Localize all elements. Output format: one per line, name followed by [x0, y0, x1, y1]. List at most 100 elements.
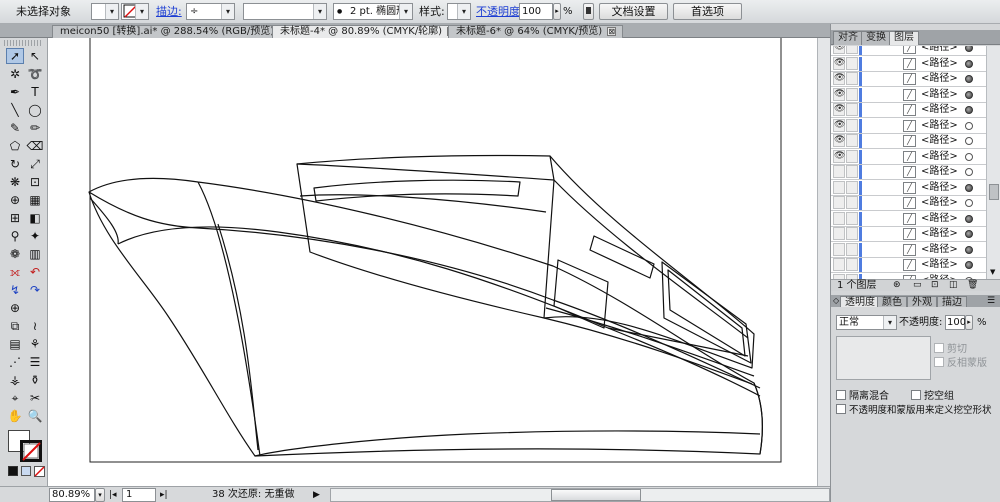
lock-toggle[interactable]: [846, 242, 858, 256]
close-icon[interactable]: ⊠: [607, 27, 617, 36]
target-circle-icon[interactable]: [965, 183, 973, 192]
canvas-horizontal-scrollbar[interactable]: [330, 488, 830, 502]
invert-mask-option[interactable]: 反相蒙版: [934, 357, 987, 371]
fill-color-dropdown[interactable]: ▾: [91, 3, 119, 20]
eye-icon[interactable]: 👁: [833, 103, 845, 116]
slice-tool-icon[interactable]: ≀: [26, 318, 44, 334]
zoom-tool-icon[interactable]: 🔍: [26, 408, 44, 424]
lock-toggle[interactable]: [846, 211, 858, 225]
layer-name[interactable]: <路径>: [921, 88, 958, 102]
scrollbar-thumb[interactable]: [551, 489, 641, 501]
layer-name[interactable]: <路径>: [921, 46, 958, 55]
panel-opacity-arrow[interactable]: ▸: [965, 315, 973, 330]
eye-icon[interactable]: 👁: [833, 56, 845, 70]
isolate-blending-option[interactable]: 隔离混合: [836, 390, 889, 404]
layer-name[interactable]: <路径>: [921, 212, 958, 226]
lock-toggle[interactable]: [846, 87, 858, 101]
layer-name[interactable]: <路径>: [921, 181, 958, 195]
lock-toggle[interactable]: [846, 180, 858, 194]
scale-tool-icon[interactable]: ⤢: [26, 156, 44, 172]
layer-row[interactable]: 👁 ╱ <路径>: [831, 87, 986, 103]
target-circle-icon[interactable]: [965, 75, 973, 83]
eye-icon[interactable]: 👁: [833, 134, 845, 147]
target-circle-icon[interactable]: [965, 59, 973, 68]
clip-option[interactable]: 剪切: [934, 343, 967, 357]
eye-icon[interactable]: 👁: [833, 87, 845, 101]
target-circle-icon[interactable]: [965, 230, 973, 238]
layers-scrollbar[interactable]: ▼: [986, 46, 1000, 279]
list-tool-icon[interactable]: ☰: [26, 354, 44, 370]
lock-toggle[interactable]: [846, 118, 858, 132]
trash-icon[interactable]: 🗑: [967, 280, 978, 291]
eye-icon[interactable]: 👁: [833, 72, 845, 85]
free-transform-tool-icon[interactable]: ⊡: [26, 174, 44, 190]
artboard-canvas[interactable]: [48, 38, 817, 486]
lock-toggle[interactable]: [846, 149, 858, 163]
clip-checkbox[interactable]: [934, 343, 944, 353]
canvas-vertical-scrollbar[interactable]: [817, 38, 830, 486]
pen-tool-icon[interactable]: ✒: [6, 84, 24, 100]
panel-collapse-icon[interactable]: ◇: [833, 296, 839, 305]
variable-width-dropdown[interactable]: ▾: [243, 3, 327, 20]
layer-name[interactable]: <路径>: [921, 119, 958, 133]
none-mode-icon[interactable]: [34, 466, 45, 477]
layer-row[interactable]: ╱ <路径>: [831, 257, 986, 273]
layer-name[interactable]: <路径>: [921, 103, 958, 117]
target-circle-icon[interactable]: [965, 245, 973, 254]
blend-tool-icon[interactable]: ✦: [26, 228, 44, 244]
join-tool-icon[interactable]: ↷: [26, 282, 44, 298]
chevron-down-icon[interactable]: ▼: [990, 268, 995, 276]
target-circle-icon[interactable]: [965, 168, 973, 176]
tab-transform[interactable]: 变换: [861, 31, 891, 45]
lock-toggle[interactable]: [846, 103, 858, 116]
target-circle-icon[interactable]: [965, 121, 973, 130]
eye-icon[interactable]: 👁: [833, 149, 845, 163]
opacity-flyout-arrow[interactable]: ▸: [553, 3, 561, 20]
gradient-tool-icon[interactable]: ◧: [26, 210, 44, 226]
zigzag-tool-icon[interactable]: ⋰: [6, 354, 24, 370]
pencil-tool-icon[interactable]: ✏: [26, 120, 44, 136]
locate-object-icon[interactable]: ⊛: [893, 280, 901, 291]
recolor-artwork-button[interactable]: [583, 3, 594, 20]
ellipse-tool-icon[interactable]: ◯: [26, 102, 44, 118]
layer-row[interactable]: ╱ <路径>: [831, 211, 986, 227]
visibility-toggle[interactable]: [833, 211, 845, 225]
layer-name[interactable]: <路径>: [921, 243, 958, 257]
visibility-toggle[interactable]: [833, 227, 845, 240]
layer-row[interactable]: 👁 ╱ <路径>: [831, 56, 986, 72]
opacity-mask-knockout-option[interactable]: 不透明度和蒙版用来定义挖空形状: [836, 404, 992, 418]
rotate-tool-icon[interactable]: ↻: [6, 156, 24, 172]
anchor-tool-icon[interactable]: ↯: [6, 282, 24, 298]
last-artboard-icon[interactable]: ▸|: [160, 488, 168, 502]
column-graph-tool-icon[interactable]: ▥: [26, 246, 44, 262]
layer-name[interactable]: <路径>: [921, 134, 958, 148]
shape-builder-tool-icon[interactable]: ⊕: [6, 192, 24, 208]
eraser-tool-icon[interactable]: ⌫: [26, 138, 44, 154]
puppet-warp-tool-icon[interactable]: ⚘: [26, 336, 44, 352]
layer-row[interactable]: 👁 ╱ <路径>: [831, 118, 986, 134]
make-clipping-mask-icon[interactable]: ▭: [913, 280, 922, 291]
artboard-number-field[interactable]: 1: [122, 488, 156, 502]
eyedropper-tool-icon[interactable]: ⚲: [6, 228, 24, 244]
lock-toggle[interactable]: [846, 134, 858, 147]
live-paint-tool-icon[interactable]: ⚶: [6, 372, 24, 388]
lock-toggle[interactable]: [846, 72, 858, 85]
first-artboard-icon[interactable]: |◂: [109, 488, 117, 502]
layer-name[interactable]: <路径>: [921, 150, 958, 164]
zoom-level-field[interactable]: 80.89%: [49, 488, 95, 502]
line-tool-icon[interactable]: ╲: [6, 102, 24, 118]
panel-menu-icon[interactable]: ☰: [987, 296, 995, 306]
opacity-mask-thumbnail[interactable]: [836, 336, 931, 380]
graphic-style-dropdown[interactable]: ▾: [447, 3, 471, 20]
width-tool-icon[interactable]: ⟗: [6, 264, 24, 280]
invert-mask-checkbox[interactable]: [934, 357, 944, 367]
mesh-tool-icon[interactable]: ⊞: [6, 210, 24, 226]
lock-toggle[interactable]: [846, 196, 858, 209]
tab-document-untitled-6[interactable]: 未标题-6* @ 64% (CMYK/预览) ⊠: [448, 25, 624, 38]
direct-selection-tool-icon[interactable]: ↖: [26, 48, 44, 64]
color-mode-icon[interactable]: [8, 466, 18, 476]
chevron-down-icon[interactable]: ▾: [95, 488, 105, 502]
opacity-mask-knockout-checkbox[interactable]: [836, 404, 846, 414]
layer-name[interactable]: <路径>: [921, 258, 958, 272]
magic-wand-tool-icon[interactable]: ✲: [6, 66, 24, 82]
